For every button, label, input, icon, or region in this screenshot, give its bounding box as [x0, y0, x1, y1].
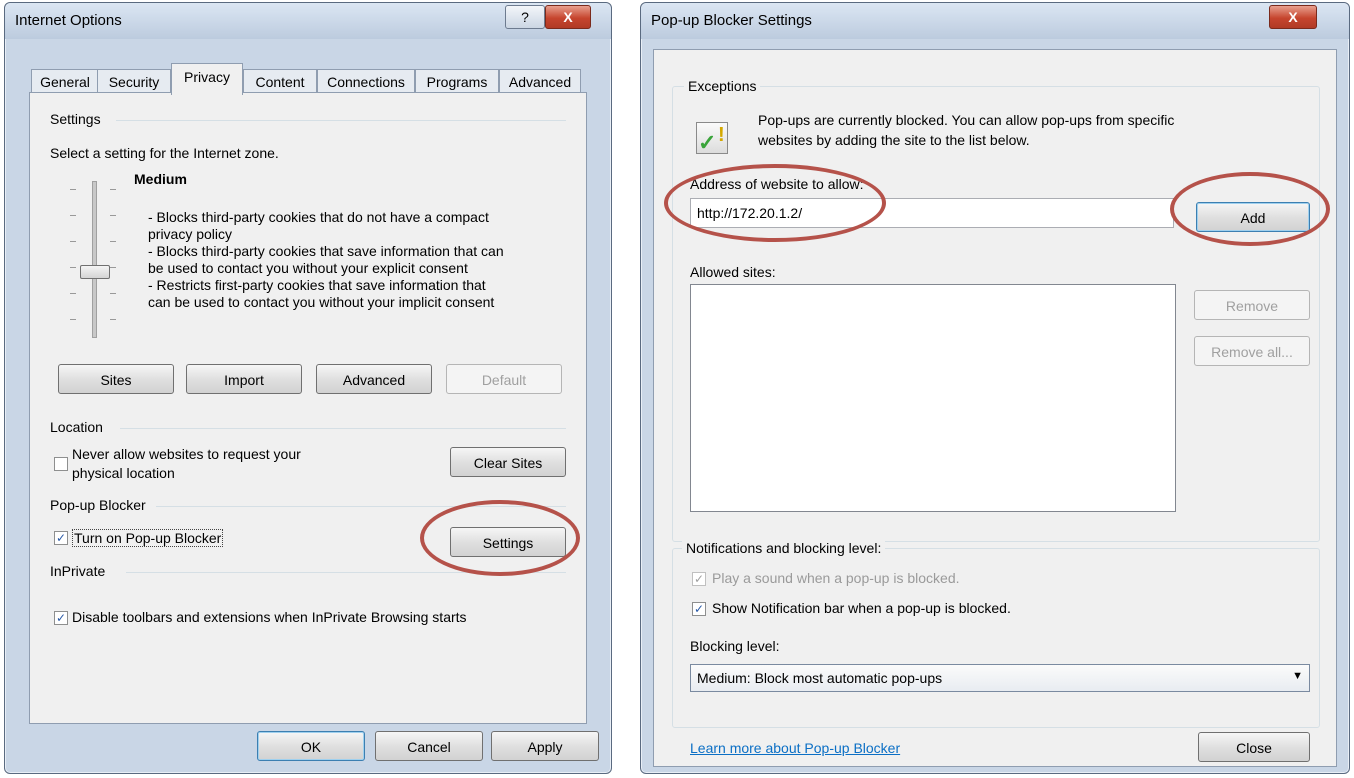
advanced-button[interactable]: Advanced: [316, 364, 432, 394]
window-title: Pop-up Blocker Settings: [651, 12, 812, 29]
popup-blocker-checkbox[interactable]: ✓: [54, 531, 68, 545]
desc-line: be used to contact you without your expl…: [148, 260, 468, 276]
desc-line: privacy policy: [148, 226, 233, 242]
play-sound-checkbox[interactable]: ✓: [692, 572, 706, 586]
location-text-line1: Never allow websites to request your: [72, 446, 301, 462]
settings-divider: [116, 120, 566, 121]
internet-options-window: Internet Options ? X General Security Pr…: [4, 2, 612, 774]
desc-line: - Restricts first-party cookies that sav…: [148, 277, 486, 293]
allowed-sites-label: Allowed sites:: [690, 264, 776, 280]
add-button[interactable]: Add: [1196, 202, 1310, 232]
learn-more-link[interactable]: Learn more about Pop-up Blocker: [690, 740, 900, 756]
title-bar: Internet Options ? X: [5, 3, 611, 39]
apply-button[interactable]: Apply: [491, 731, 599, 761]
blocking-level-select[interactable]: Medium: Block most automatic pop-ups ▼: [690, 664, 1310, 692]
popup-info-icon: ! ✓: [696, 118, 730, 155]
close-icon[interactable]: X: [1269, 5, 1317, 29]
show-bar-label[interactable]: Show Notification bar when a pop-up is b…: [712, 600, 1011, 616]
close-icon[interactable]: X: [545, 5, 591, 29]
location-divider: [120, 428, 566, 429]
close-button[interactable]: Close: [1198, 732, 1310, 762]
location-group-label: Location: [50, 419, 103, 435]
blocking-level-value: Medium: Block most automatic pop-ups: [697, 670, 943, 686]
tab-privacy[interactable]: Privacy: [171, 63, 243, 95]
info-line2: websites by adding the site to the list …: [758, 132, 1030, 148]
blocking-level-label: Blocking level:: [690, 638, 780, 654]
desc-line: can be used to contact you without your …: [148, 294, 495, 310]
privacy-slider[interactable]: [66, 181, 126, 341]
clear-sites-button[interactable]: Clear Sites: [450, 447, 566, 477]
slider-ticks-right: [110, 189, 116, 329]
slider-track: [92, 181, 97, 338]
popup-group-label: Pop-up Blocker: [50, 497, 146, 513]
help-button[interactable]: ?: [505, 5, 545, 29]
slider-thumb[interactable]: [80, 265, 110, 279]
inprivate-checkbox[interactable]: ✓: [54, 611, 68, 625]
address-label: Address of website to allow:: [690, 176, 864, 192]
settings-group-label: Settings: [50, 111, 101, 127]
zone-instruction: Select a setting for the Internet zone.: [50, 145, 279, 161]
inprivate-group-label: InPrivate: [50, 563, 106, 579]
privacy-panel: Settings Select a setting for the Intern…: [29, 92, 587, 724]
tab-strip: General Security Privacy Content Connect…: [31, 63, 591, 95]
inprivate-divider: [126, 572, 566, 573]
chevron-down-icon: ▼: [1292, 670, 1303, 682]
address-input[interactable]: http://172.20.1.2/: [690, 198, 1174, 228]
title-bar: Pop-up Blocker Settings X: [641, 3, 1349, 39]
popup-blocker-settings-window: Pop-up Blocker Settings X Exceptions ! ✓…: [640, 2, 1350, 774]
window-title: Internet Options: [15, 12, 122, 29]
slider-ticks-left: [70, 189, 76, 329]
remove-button[interactable]: Remove: [1194, 290, 1310, 320]
allowed-sites-list[interactable]: [690, 284, 1176, 512]
desc-line: - Blocks third-party cookies that do not…: [148, 209, 489, 225]
ok-button[interactable]: OK: [257, 731, 365, 761]
notifications-group-label: Notifications and blocking level:: [682, 540, 886, 556]
sites-button[interactable]: Sites: [58, 364, 174, 394]
import-button[interactable]: Import: [186, 364, 302, 394]
remove-all-button[interactable]: Remove all...: [1194, 336, 1310, 366]
popup-divider: [156, 506, 566, 507]
info-line1: Pop-ups are currently blocked. You can a…: [758, 112, 1175, 128]
cancel-button[interactable]: Cancel: [375, 731, 483, 761]
desc-line: - Blocks third-party cookies that save i…: [148, 243, 504, 259]
popup-blocker-label[interactable]: Turn on Pop-up Blocker: [72, 529, 224, 547]
exceptions-group-label: Exceptions: [684, 78, 761, 94]
show-bar-checkbox[interactable]: ✓: [692, 602, 706, 616]
location-text-line2: physical location: [72, 465, 175, 481]
privacy-level: Medium: [134, 171, 187, 187]
inprivate-label[interactable]: Disable toolbars and extensions when InP…: [72, 609, 467, 625]
default-button[interactable]: Default: [446, 364, 562, 394]
privacy-description: - Blocks third-party cookies that do not…: [148, 209, 504, 311]
location-checkbox[interactable]: [54, 457, 68, 471]
popup-settings-body: Exceptions ! ✓ Pop-ups are currently blo…: [653, 49, 1337, 767]
play-sound-label[interactable]: Play a sound when a pop-up is blocked.: [712, 570, 960, 586]
popup-settings-button[interactable]: Settings: [450, 527, 566, 557]
